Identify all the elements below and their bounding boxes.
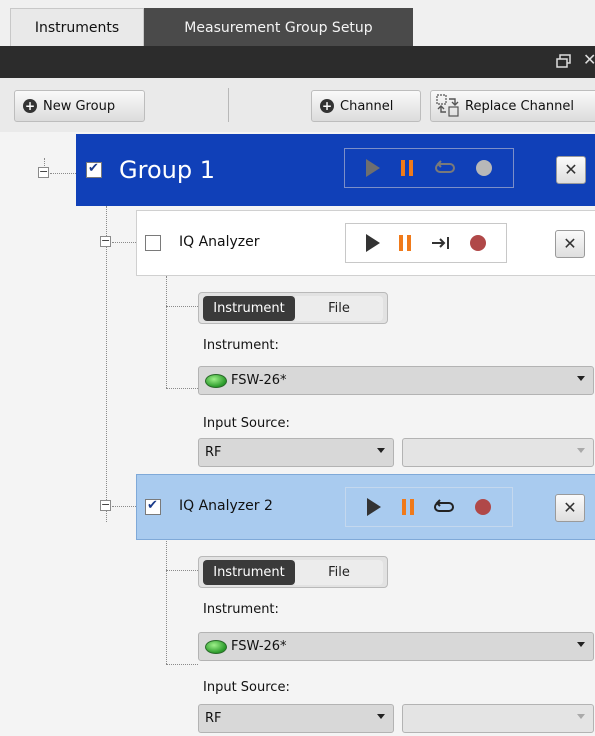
- chevron-down-icon: [377, 714, 385, 719]
- group-title: Group 1: [119, 156, 215, 184]
- new-group-button[interactable]: + New Group: [14, 90, 145, 122]
- chevron-down-icon: [577, 448, 585, 453]
- repeat-icon[interactable]: [434, 159, 455, 177]
- source-toggle: Instrument File: [198, 292, 388, 324]
- toolbar: + New Group + Channel Replace Channel: [0, 78, 595, 132]
- panel-title-bar: ✕: [0, 46, 595, 78]
- tree-line: [50, 173, 76, 174]
- play-icon[interactable]: [365, 234, 380, 252]
- collapse-group-toggle[interactable]: −: [38, 166, 49, 178]
- file-toggle[interactable]: File: [295, 296, 383, 321]
- chevron-down-icon: [577, 376, 585, 381]
- instrument-select[interactable]: FSW-26*: [198, 632, 594, 661]
- play-icon[interactable]: [366, 159, 381, 177]
- tab-bar: Instruments Measurement Group Setup: [0, 0, 595, 46]
- input-source-value: RF: [205, 711, 222, 726]
- tree-line: [112, 506, 136, 507]
- instrument-label: Instrument:: [203, 602, 279, 617]
- close-panel-icon[interactable]: ✕: [583, 50, 595, 69]
- close-group-button[interactable]: ✕: [556, 156, 586, 184]
- toolbar-separator: [228, 88, 229, 122]
- instrument-toggle[interactable]: Instrument: [203, 296, 295, 321]
- channel-checkbox[interactable]: [145, 235, 161, 251]
- chevron-down-icon: [577, 714, 585, 719]
- led-icon: [205, 373, 227, 388]
- secondary-source-select[interactable]: [402, 438, 594, 467]
- record-icon[interactable]: [475, 160, 492, 176]
- input-source-label: Input Source:: [203, 416, 290, 431]
- channel-controls: [345, 487, 513, 527]
- replace-channel-label: Replace Channel: [465, 98, 574, 114]
- instrument-toggle[interactable]: Instrument: [203, 560, 295, 585]
- channel-title: IQ Analyzer: [179, 234, 260, 250]
- pause-icon[interactable]: [401, 499, 414, 515]
- tree-line: [166, 538, 167, 664]
- tab-instruments[interactable]: Instruments: [10, 8, 144, 46]
- pause-icon[interactable]: [401, 160, 414, 176]
- plus-circle-icon: +: [320, 99, 334, 113]
- group-checkbox[interactable]: [86, 161, 102, 178]
- channel-checkbox[interactable]: [145, 498, 161, 515]
- instrument-label: Instrument:: [203, 338, 279, 353]
- tree-line: [112, 242, 136, 243]
- source-toggle: Instrument File: [198, 556, 388, 588]
- replace-channel-button[interactable]: Replace Channel: [430, 90, 595, 122]
- replace-channel-icon: [436, 94, 459, 117]
- pause-icon[interactable]: [399, 235, 412, 251]
- instrument-value: FSW-26*: [231, 639, 287, 654]
- file-toggle[interactable]: File: [295, 560, 383, 585]
- close-channel-button[interactable]: ✕: [555, 230, 585, 258]
- restore-window-icon[interactable]: [556, 54, 572, 68]
- channel-controls: [345, 223, 507, 263]
- channel-header[interactable]: IQ Analyzer 2 ✕: [136, 474, 595, 540]
- record-icon[interactable]: [470, 235, 487, 251]
- input-source-select[interactable]: RF: [198, 438, 394, 467]
- channel-title: IQ Analyzer 2: [179, 498, 273, 514]
- close-channel-button[interactable]: ✕: [555, 494, 585, 522]
- plus-circle-icon: +: [23, 99, 37, 113]
- input-source-select[interactable]: RF: [198, 704, 394, 733]
- close-icon: ✕: [563, 234, 577, 253]
- tree-line: [106, 206, 107, 522]
- collapse-channel-toggle[interactable]: −: [100, 235, 111, 247]
- group-controls: [344, 148, 514, 188]
- close-icon: ✕: [564, 160, 578, 179]
- tab-measurement-group-setup[interactable]: Measurement Group Setup: [144, 8, 413, 46]
- collapse-channel-toggle[interactable]: −: [100, 499, 111, 511]
- play-icon[interactable]: [366, 498, 381, 516]
- measurement-tree: − Group 1 ✕ − IQ Analyzer: [0, 132, 595, 736]
- tree-line: [166, 276, 167, 388]
- instrument-value: FSW-26*: [231, 373, 287, 388]
- tree-line: [166, 306, 198, 307]
- chevron-down-icon: [377, 448, 385, 453]
- led-icon: [205, 639, 227, 654]
- record-icon[interactable]: [475, 499, 492, 515]
- single-run-icon[interactable]: [431, 235, 451, 251]
- channel-header[interactable]: IQ Analyzer ✕: [136, 210, 595, 276]
- tree-line: [166, 570, 198, 571]
- tree-line: [166, 664, 198, 665]
- repeat-icon[interactable]: [434, 498, 455, 516]
- tree-line: [166, 388, 198, 389]
- input-source-label: Input Source:: [203, 680, 290, 695]
- chevron-down-icon: [577, 642, 585, 647]
- channel-label: Channel: [340, 98, 394, 114]
- group-header[interactable]: Group 1 ✕: [76, 134, 595, 206]
- instrument-select[interactable]: FSW-26*: [198, 366, 594, 395]
- input-source-value: RF: [205, 445, 222, 460]
- secondary-source-select[interactable]: [402, 704, 594, 733]
- new-group-label: New Group: [43, 98, 116, 114]
- close-icon: ✕: [563, 498, 577, 517]
- add-channel-button[interactable]: + Channel: [311, 90, 421, 122]
